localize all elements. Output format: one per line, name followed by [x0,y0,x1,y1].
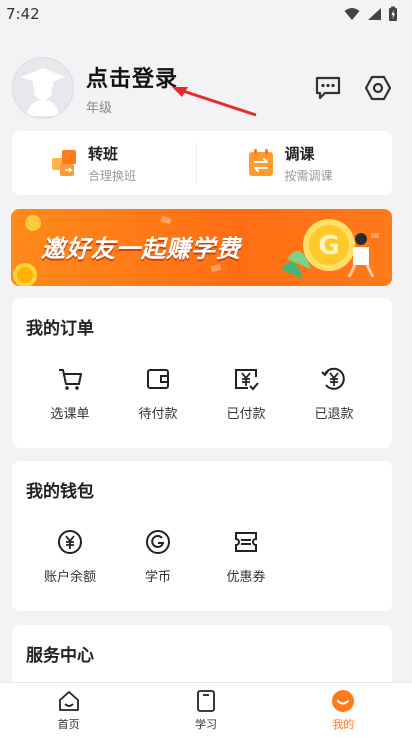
coin-g-icon [146,530,170,554]
tab-study-label: 学习 [194,717,217,731]
profile-actions [314,74,392,102]
banner-text: 邀好友一起赚学费 [41,235,241,263]
adjust-course-button[interactable]: 调课 按需调课 [195,142,393,184]
adjust-course-title: 调课 [284,144,315,163]
order-cart-label: 选课单 [50,407,90,422]
settings-hex-icon [364,75,392,101]
order-pending-label: 待付款 [138,407,178,422]
orders-title: 我的订单 [26,319,94,339]
adjust-course-subtitle: 按需调课 [284,168,333,183]
transfer-class-icon [52,150,76,176]
balance-button[interactable]: 账户余额 [26,528,114,585]
refund-icon [321,367,345,390]
tab-study[interactable]: 学习 [137,683,274,737]
status-time: 7:42 [6,5,40,23]
orders-card: 我的订单 选课单 待付款 已付款 已退款 [12,298,392,448]
tab-home-label: 首页 [57,717,80,731]
service-title: 服务中心 [26,646,94,666]
paid-icon [235,369,259,391]
message-button[interactable] [314,74,342,102]
balance-label: 账户余额 [43,570,96,585]
transfer-class-title: 转班 [88,144,119,163]
wallet-title: 我的钱包 [26,482,94,502]
transfer-class-subtitle: 合理换班 [88,168,137,183]
yen-circle-icon [58,530,82,554]
tab-mine[interactable]: 我的 [275,683,412,737]
tab-bar: 首页 学习 我的 [0,682,412,737]
class-actions-card: 转班 合理换班 调课 按需调课 [12,131,392,195]
svg-text:G: G [318,231,339,261]
order-pending-button[interactable]: 待付款 [114,365,202,422]
home-icon [58,690,79,711]
message-icon [315,76,341,100]
cart-icon [59,369,82,390]
invite-banner[interactable]: G 邀好友一起赚学费 [11,209,392,286]
order-refund-button[interactable]: 已退款 [290,365,378,422]
order-refund-label: 已退款 [314,407,354,422]
avatar[interactable] [12,57,74,119]
annotation-arrow [172,87,257,117]
wifi-icon [344,8,360,20]
signal-icon [368,8,381,20]
transfer-class-button[interactable]: 转班 合理换班 [12,143,196,184]
tab-mine-label: 我的 [332,717,355,731]
coupon-label: 优惠券 [226,570,266,585]
mine-icon [332,689,355,712]
tab-home[interactable]: 首页 [0,683,137,737]
coupon-icon [235,532,257,552]
order-paid-label: 已付款 [226,407,266,422]
status-icons [344,6,398,22]
order-paid-button[interactable]: 已付款 [202,365,290,422]
graduate-avatar-icon [21,68,65,116]
order-cart-button[interactable]: 选课单 [26,365,114,422]
study-icon [197,689,215,712]
settings-button[interactable] [364,74,392,102]
wallet-card: 我的钱包 账户余额 学币 优惠券 [12,461,392,611]
coupon-button[interactable]: 优惠券 [202,528,290,585]
coin-label: 学币 [144,570,171,585]
adjust-course-icon [248,149,273,176]
wallet-icon [147,369,169,389]
status-bar: 7:42 [0,0,412,28]
coin-button[interactable]: 学币 [114,528,202,585]
battery-icon [389,6,397,21]
